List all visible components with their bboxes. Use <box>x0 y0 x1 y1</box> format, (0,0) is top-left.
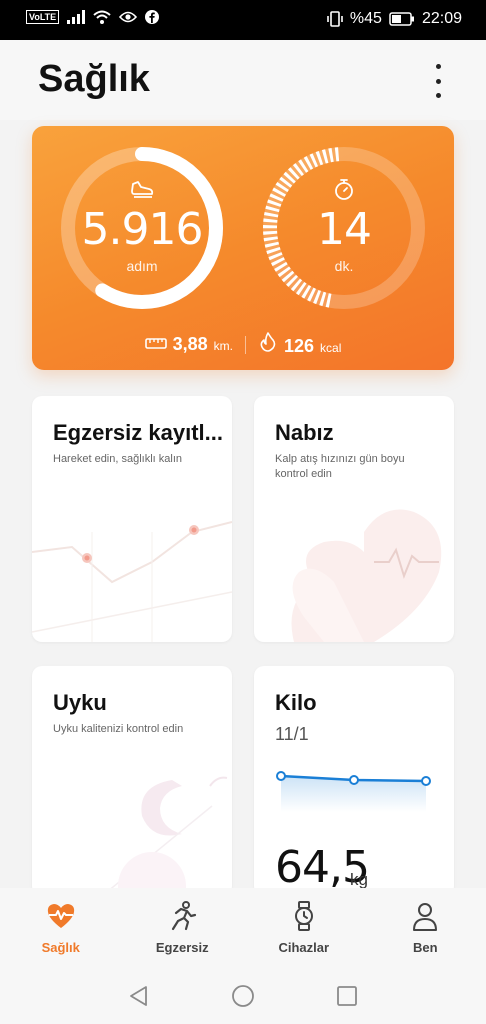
nav-label: Ben <box>412 940 438 955</box>
nav-item-ben[interactable]: Ben <box>365 888 486 968</box>
battery-percent: %45 <box>349 10 382 27</box>
card-title: Uyku <box>53 690 107 715</box>
nav-item-saglik[interactable]: Sağlık <box>0 888 122 968</box>
stopwatch-icon <box>335 179 353 200</box>
more-dot-icon <box>435 64 441 69</box>
bottom-nav: Sağlık Egzersiz Cihazlar Ben <box>0 888 486 968</box>
wifi-icon <box>93 10 111 24</box>
nav-label: Cihazlar <box>278 940 330 955</box>
watch-icon <box>294 901 313 931</box>
card-subtitle-line: kontrol edin <box>275 468 332 480</box>
weight-unit: kg <box>350 870 368 889</box>
weight-card[interactable]: Kilo 11/1 64,5 kg <box>254 666 454 896</box>
card-title: Egzersiz kayıtl... <box>53 420 223 445</box>
nav-item-egzersiz[interactable]: Egzersiz <box>122 888 244 968</box>
weight-trend-chart <box>276 771 431 812</box>
exercise-illustration <box>32 521 232 642</box>
card-title: Kilo <box>275 690 317 715</box>
eye-icon <box>119 11 138 23</box>
weight-point <box>276 771 286 781</box>
app-header: Sağlık <box>0 40 486 120</box>
weight-date: 11/1 <box>275 724 309 744</box>
nav-label: Sağlık <box>41 940 80 955</box>
more-dot-icon <box>435 78 441 84</box>
vibrate-icon <box>327 11 343 27</box>
flame-icon <box>260 332 276 352</box>
sleep-card[interactable]: Uyku Uyku kalitenizi kontrol edin <box>32 666 232 896</box>
recents-icon[interactable] <box>335 984 359 1008</box>
distance-value: 3,88 <box>172 334 208 354</box>
more-options-button[interactable] <box>428 64 448 98</box>
more-dot-icon <box>435 93 441 98</box>
steps-ring[interactable]: 5.916 adım <box>58 144 226 312</box>
heart-rate-card[interactable]: Nabız Kalp atış hızınızı gün boyu kontro… <box>254 396 454 642</box>
calories-unit: kcal <box>320 341 342 355</box>
card-subtitle-line: Kalp atış hızınızı gün boyu <box>275 453 405 465</box>
system-nav-bar <box>0 968 486 1024</box>
steps-value: 5.916 <box>81 204 204 255</box>
running-icon <box>172 901 197 931</box>
time-value: 14 <box>317 204 372 255</box>
distance-stat: 3,88 km. <box>144 334 233 355</box>
facebook-icon <box>145 10 160 24</box>
back-icon[interactable] <box>127 984 151 1008</box>
signal-icon <box>67 10 86 24</box>
heart-illustration <box>291 509 442 642</box>
active-time-ring[interactable]: 14 dk. <box>260 144 428 312</box>
moon-illustration <box>101 776 228 896</box>
card-subtitle: Uyku kalitenizi kontrol edin <box>53 723 184 735</box>
clock: 22:09 <box>421 10 462 27</box>
weight-point <box>349 775 359 785</box>
page-title: Sağlık <box>38 58 150 100</box>
home-icon[interactable] <box>231 984 255 1008</box>
heart-pulse-icon <box>47 904 74 928</box>
calories-value: 126 <box>284 336 315 356</box>
distance-unit: km. <box>213 339 233 353</box>
card-subtitle: Hareket edin, sağlıklı kalın <box>53 453 183 465</box>
person-icon <box>413 903 438 931</box>
weight-point <box>421 776 431 786</box>
nav-label: Egzersiz <box>155 940 209 955</box>
volte-badge: VoLTE <box>26 10 60 24</box>
battery-icon <box>389 12 414 26</box>
hero-stats-row: 3,88 km. 126 kcal <box>32 332 454 357</box>
shoe-icon <box>131 181 154 198</box>
nav-item-cihazlar[interactable]: Cihazlar <box>243 888 365 968</box>
stats-divider <box>245 335 246 354</box>
activity-summary-card[interactable]: 5.916 adım 14 dk. 3,88 km. 126 kcal <box>32 126 454 370</box>
status-bar: VoLTE %45 22:09 <box>0 0 486 40</box>
time-unit: dk. <box>334 258 354 274</box>
card-subtitle: Kalp atış hızınızı gün boyu kontrol edin <box>275 452 405 482</box>
card-title: Nabız <box>275 420 334 445</box>
steps-unit: adım <box>126 258 158 274</box>
exercise-records-card[interactable]: Egzersiz kayıtl... Hareket edin, sağlıkl… <box>32 396 232 642</box>
calories-stat: 126 kcal <box>258 332 341 357</box>
ruler-icon <box>144 338 167 349</box>
